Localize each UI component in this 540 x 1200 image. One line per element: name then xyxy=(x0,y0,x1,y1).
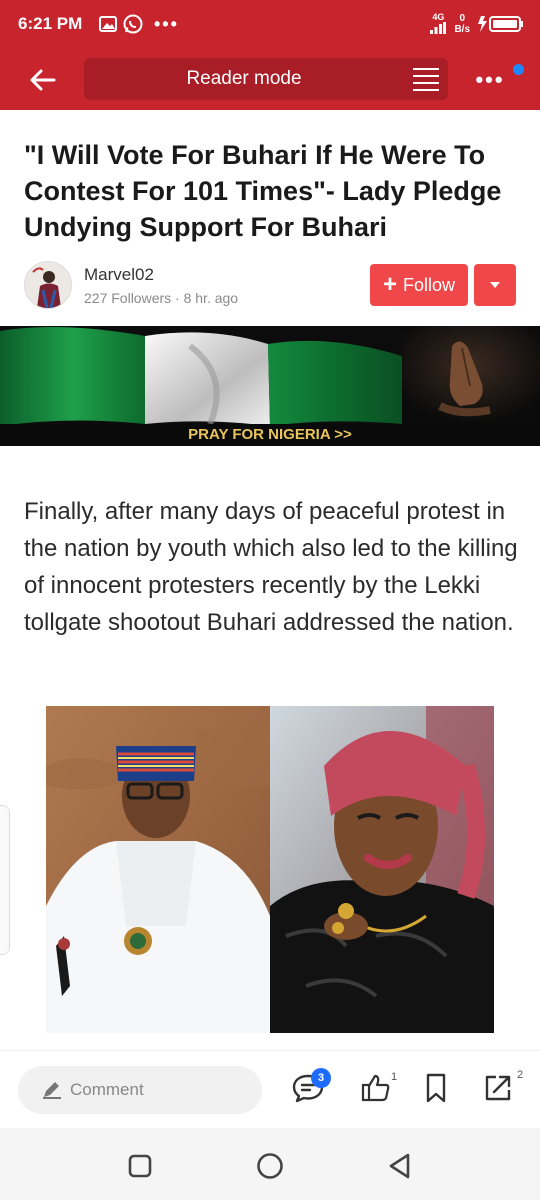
speed-value: 0 xyxy=(459,13,465,24)
like-button[interactable] xyxy=(358,1070,394,1106)
square-icon xyxy=(128,1154,152,1178)
author-name[interactable]: Marvel02 xyxy=(84,265,154,285)
comment-placeholder: Comment xyxy=(70,1080,144,1099)
notification-dot xyxy=(513,64,524,75)
thumbs-up-icon xyxy=(361,1074,390,1102)
avatar-image xyxy=(25,262,71,308)
article-action-bar: Comment xyxy=(0,1050,540,1128)
status-more-dots: ••• xyxy=(154,13,179,34)
caret-down-icon xyxy=(490,282,500,288)
status-left-icons: ••• xyxy=(98,13,179,35)
pencil-icon xyxy=(43,1082,61,1099)
side-drawer-handle[interactable] xyxy=(0,805,10,955)
circle-icon xyxy=(257,1153,283,1179)
likes-count: 1 xyxy=(391,1071,398,1083)
data-speed: 0 B/s xyxy=(454,13,470,35)
signal-icon xyxy=(430,22,447,34)
shares-count: 2 xyxy=(517,1069,524,1081)
network-type: 4G xyxy=(432,12,445,22)
follow-dropdown-button[interactable] xyxy=(474,264,516,306)
article-title: "I Will Vote For Buhari If He Were To Co… xyxy=(24,140,502,242)
status-time: 6:21 PM xyxy=(18,14,83,33)
battery-charging-icon xyxy=(478,16,523,32)
back-button[interactable] xyxy=(22,62,62,98)
gallery-icon xyxy=(99,16,117,32)
buhari-and-lady-photo xyxy=(46,706,494,1033)
status-bar: 6:21 PM ••• 4G 0 B/s xyxy=(0,0,540,50)
system-nav-bar xyxy=(0,1128,540,1200)
share-button[interactable] xyxy=(480,1070,516,1106)
reader-mode-toggle[interactable]: Reader mode xyxy=(84,58,448,100)
more-options-button[interactable]: ••• xyxy=(470,62,510,98)
banner-caption: PRAY FOR NIGERIA >> xyxy=(0,424,540,446)
comment-input[interactable]: Comment xyxy=(18,1066,262,1114)
follow-label: Follow xyxy=(403,274,456,295)
network-indicator: 4G xyxy=(430,12,447,36)
bookmark-button[interactable] xyxy=(418,1070,454,1106)
whatsapp-icon xyxy=(123,14,143,34)
share-arrow-icon xyxy=(485,1075,511,1101)
status-right-icons: 4G 0 B/s xyxy=(430,12,524,36)
recents-button[interactable] xyxy=(122,1148,158,1184)
comments-count-badge: 3 xyxy=(311,1068,331,1088)
reader-lines-icon xyxy=(413,68,439,91)
follow-button[interactable]: + Follow xyxy=(370,264,468,306)
article-image[interactable] xyxy=(46,706,494,1033)
reader-mode-label: Reader mode xyxy=(186,68,302,89)
article-paragraph: Finally, after many days of peaceful pro… xyxy=(24,498,518,636)
pray-for-nigeria-banner[interactable]: PRAY FOR NIGERIA >> xyxy=(0,326,540,446)
author-avatar[interactable] xyxy=(24,261,72,309)
plus-icon: + xyxy=(382,271,397,298)
app-bar: Reader mode ••• xyxy=(0,50,540,110)
home-button[interactable] xyxy=(252,1148,288,1184)
triangle-back-icon xyxy=(389,1153,410,1179)
bookmark-icon xyxy=(426,1073,446,1103)
nav-back-button[interactable] xyxy=(382,1148,418,1184)
arrow-left-icon xyxy=(30,69,56,91)
author-meta: 227 Followers · 8 hr. ago xyxy=(84,290,239,306)
speed-unit: B/s xyxy=(454,24,470,35)
